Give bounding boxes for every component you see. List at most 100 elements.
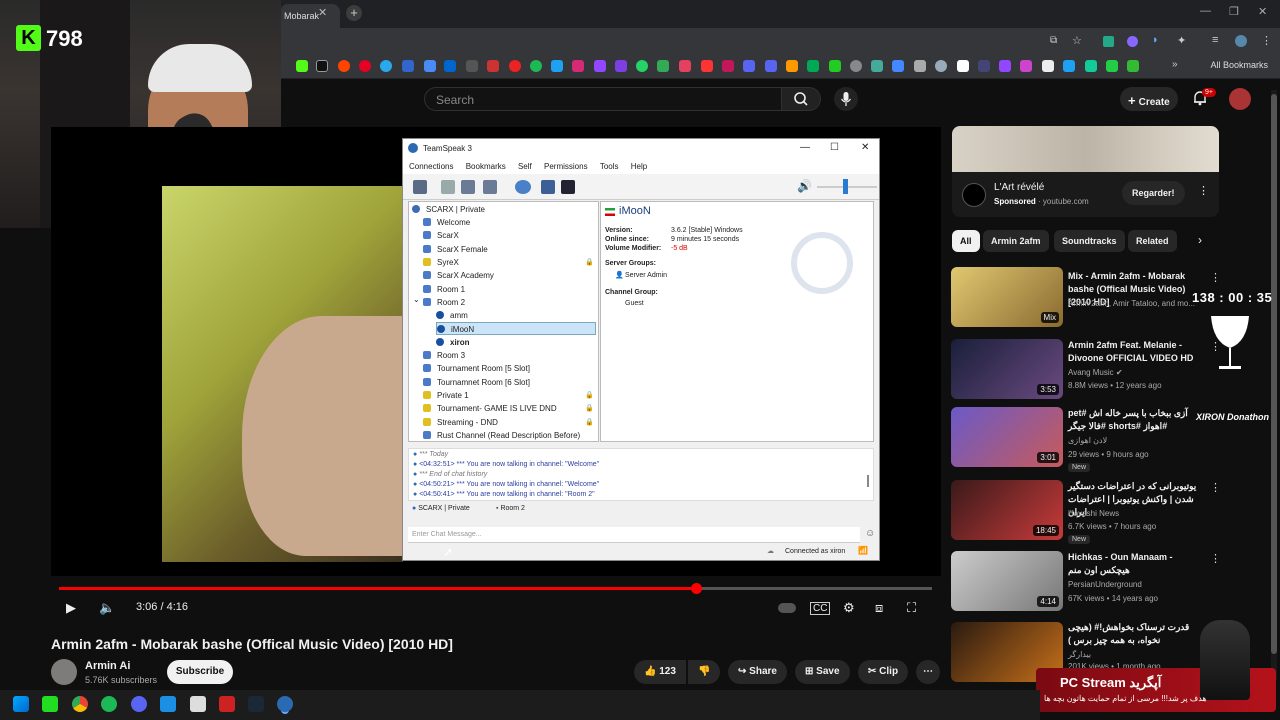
channel-avatar[interactable]: [51, 659, 77, 685]
ad-cta-button[interactable]: Regarder!: [1122, 181, 1185, 205]
bookmark-icon[interactable]: [402, 60, 414, 72]
extensions-puzzle-icon[interactable]: ✦: [1177, 34, 1186, 47]
cast-icon[interactable]: ⧉: [1050, 35, 1057, 46]
hotkey-icon[interactable]: [561, 180, 575, 194]
bookmark-icon[interactable]: [572, 60, 584, 72]
log-scrollbar[interactable]: [867, 475, 869, 487]
bookmark-icon[interactable]: [978, 60, 990, 72]
taskbar-app-icon[interactable]: [160, 696, 176, 712]
bookmark-icon[interactable]: [466, 60, 478, 72]
bookmark-icon[interactable]: [551, 60, 563, 72]
minimize-icon[interactable]: —: [1200, 5, 1211, 17]
expand-chevron-icon[interactable]: ⌄: [413, 293, 420, 306]
extension-icon[interactable]: [1103, 36, 1114, 47]
create-button[interactable]: + Create: [1120, 87, 1178, 111]
discord-icon[interactable]: [131, 696, 147, 712]
extension-icon[interactable]: ◗: [1152, 34, 1159, 46]
ts-user-node[interactable]: xiron: [436, 336, 470, 349]
bookmark-icon[interactable]: [530, 60, 542, 72]
volume-slider-handle[interactable]: [843, 179, 848, 194]
bookmark-icon[interactable]: [765, 60, 777, 72]
bookmark-star-icon[interactable]: ☆: [1072, 34, 1082, 47]
video-thumbnail[interactable]: 4:14: [951, 551, 1063, 611]
ts-channel-node[interactable]: ScarX Academy: [423, 269, 494, 282]
ts-channel-node[interactable]: Room 1: [423, 283, 465, 296]
ts-channel-node[interactable]: ScarX Female: [423, 243, 488, 256]
video-more-icon[interactable]: ⋮: [1210, 552, 1221, 565]
chip-artist[interactable]: Armin 2afm: [983, 230, 1049, 252]
chip-related[interactable]: Related: [1128, 230, 1177, 252]
tab-search-icon[interactable]: ≡: [1212, 34, 1218, 46]
video-thumbnail[interactable]: 3:01: [951, 407, 1063, 467]
save-button[interactable]: ⊞ Save: [795, 660, 850, 684]
steam-icon[interactable]: [248, 696, 264, 712]
ts-channel-node[interactable]: SyreX 🔒: [423, 256, 594, 269]
chip-all[interactable]: All: [952, 230, 980, 252]
browser-tab[interactable]: Mobarak: [280, 4, 340, 28]
bookmark-icon[interactable]: [786, 60, 798, 72]
bookmark-icon[interactable]: [594, 60, 606, 72]
chat-tab-server[interactable]: ● SCARX | Private: [412, 505, 470, 512]
taskbar-app-icon[interactable]: [219, 696, 235, 712]
close-tab-icon[interactable]: ✕: [318, 6, 327, 19]
bookmark-icon[interactable]: [636, 60, 648, 72]
video-title[interactable]: Hichkas - Oun Manaam - هیچکس اون منم: [1068, 551, 1198, 577]
ts-channel-node[interactable]: Private 1 🔒: [423, 389, 594, 402]
sponsored-ad[interactable]: L'Art révélé Sponsored · youtube.com Reg…: [952, 126, 1219, 217]
captions-button[interactable]: CC: [810, 602, 831, 615]
video-thumbnail[interactable]: Mix: [951, 267, 1063, 327]
bookmark-icon[interactable]: [914, 60, 926, 72]
maximize-icon[interactable]: ❐: [1229, 5, 1239, 18]
server-node[interactable]: SCARX | Private: [412, 203, 485, 216]
bookmark-icon[interactable]: [701, 60, 713, 72]
mute-icon[interactable]: [483, 180, 497, 194]
ts-channel-node[interactable]: ScarX: [423, 229, 459, 242]
bookmark-icon[interactable]: [1042, 60, 1054, 72]
ts-channel-node[interactable]: Tournament- GAME IS LIVE DND 🔒: [423, 402, 594, 415]
video-more-icon[interactable]: ⋮: [1210, 271, 1221, 284]
chip-soundtracks[interactable]: Soundtracks: [1054, 230, 1125, 252]
all-bookmarks-folder[interactable]: All Bookmarks: [1210, 60, 1268, 70]
ts-channel-node[interactable]: Room 3: [423, 349, 465, 362]
volume-button[interactable]: 🔈: [99, 600, 115, 616]
ts-channel-node[interactable]: Streaming - DND 🔒: [423, 416, 594, 429]
ts-menu-self[interactable]: Self: [518, 162, 532, 171]
bookmark-icon[interactable]: [935, 60, 947, 72]
ts-minimize-icon[interactable]: —: [800, 142, 810, 153]
bookmark-icon[interactable]: [615, 60, 627, 72]
bookmark-icon[interactable]: [807, 60, 819, 72]
miniplayer-icon[interactable]: ⧈: [875, 600, 883, 616]
bookmark-icon[interactable]: [296, 60, 308, 72]
ad-more-icon[interactable]: ⋮: [1198, 184, 1209, 197]
bookmark-icon[interactable]: [316, 60, 328, 72]
bookmark-icon[interactable]: [829, 60, 841, 72]
ts-menu-connections[interactable]: Connections: [409, 162, 453, 171]
settings-gear-icon[interactable]: ⚙: [843, 600, 855, 616]
bookmark-icon[interactable]: [999, 60, 1011, 72]
browser-menu-icon[interactable]: ⋮: [1261, 34, 1272, 47]
teamspeak-window[interactable]: TeamSpeak 3 — ☐ ✕ Connections Bookmarks …: [402, 138, 880, 561]
extension-icon[interactable]: [1127, 36, 1138, 47]
scrollbar-thumb[interactable]: [1271, 94, 1277, 654]
page-scrollbar[interactable]: [1271, 90, 1277, 680]
channel-name[interactable]: Armin Ai: [85, 660, 130, 672]
search-button[interactable]: [781, 87, 821, 111]
chat-icon[interactable]: [515, 180, 531, 194]
video-title[interactable]: قدرت ترسناک بخواهش!# (هیچی نخواه، به همه…: [1068, 621, 1198, 647]
bookmark-icon[interactable]: [444, 60, 456, 72]
taskbar-app-icon[interactable]: [190, 696, 206, 712]
bookmark-icon[interactable]: [957, 60, 969, 72]
chrome-icon[interactable]: [72, 696, 88, 712]
video-title[interactable]: pet# آزی ببخاب با پسر خاله اش فالا جیگر#…: [1068, 407, 1198, 433]
ts-menu-help[interactable]: Help: [631, 162, 647, 171]
ts-channel-node[interactable]: Room 2 ⌄: [413, 295, 465, 309]
ts-menu-bookmarks[interactable]: Bookmarks: [466, 162, 506, 171]
bookmark-icon[interactable]: [1106, 60, 1118, 72]
bookmark-icon[interactable]: [1063, 60, 1075, 72]
bookmark-icon[interactable]: [657, 60, 669, 72]
chevron-right-icon[interactable]: ›: [1198, 233, 1202, 247]
ts-menu-permissions[interactable]: Permissions: [544, 162, 588, 171]
bookmark-icon[interactable]: [338, 60, 350, 72]
disconnect-icon[interactable]: [441, 180, 455, 194]
more-actions-button[interactable]: ⋯: [916, 660, 940, 684]
